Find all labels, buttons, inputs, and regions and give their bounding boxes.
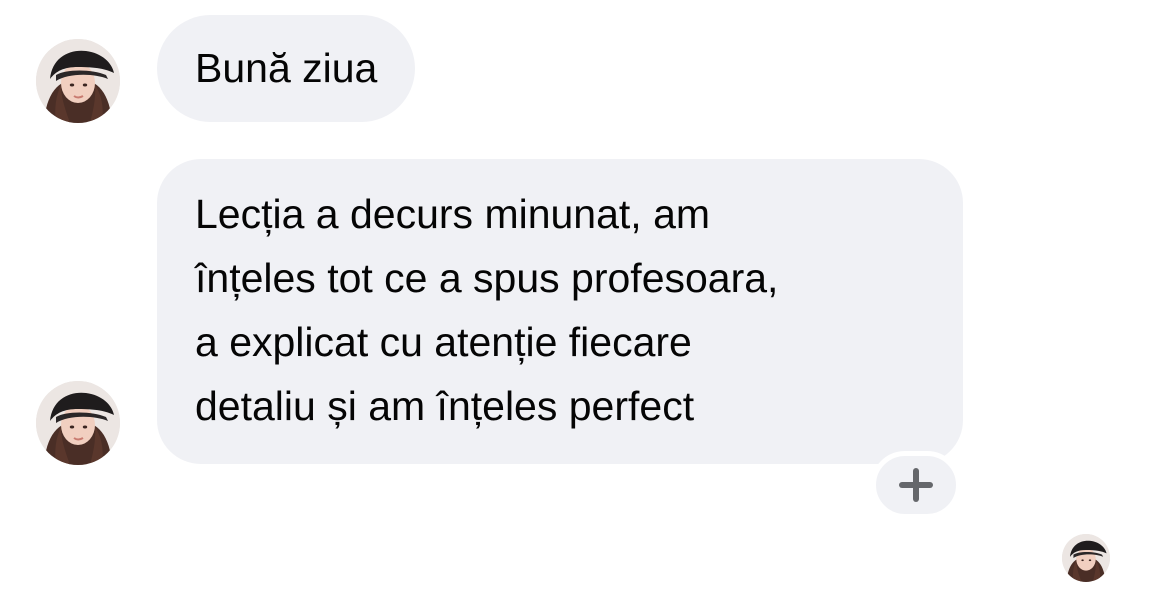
- plus-icon: [899, 468, 933, 502]
- read-receipt-avatar: [1062, 534, 1110, 582]
- message-text-line: Lecția a decurs minunat, am: [195, 191, 711, 237]
- message-text: Bună ziua: [195, 45, 378, 91]
- add-reaction-button[interactable]: [871, 451, 961, 519]
- message-bubble[interactable]: Lecția a decurs minunat, am înțeles tot …: [157, 159, 963, 464]
- avatar-photo: [36, 39, 120, 123]
- message-text-line: a explicat cu atenție fiecare: [195, 319, 692, 365]
- avatar-photo: [36, 381, 120, 465]
- message-bubble[interactable]: Bună ziua: [157, 15, 416, 122]
- sender-avatar[interactable]: [36, 381, 120, 465]
- message-text-line: înțeles tot ce a spus profesoara,: [195, 255, 779, 301]
- sender-avatar[interactable]: [36, 39, 120, 123]
- avatar-photo: [1062, 534, 1110, 582]
- message-text-line: detaliu și am înțeles perfect: [195, 383, 695, 429]
